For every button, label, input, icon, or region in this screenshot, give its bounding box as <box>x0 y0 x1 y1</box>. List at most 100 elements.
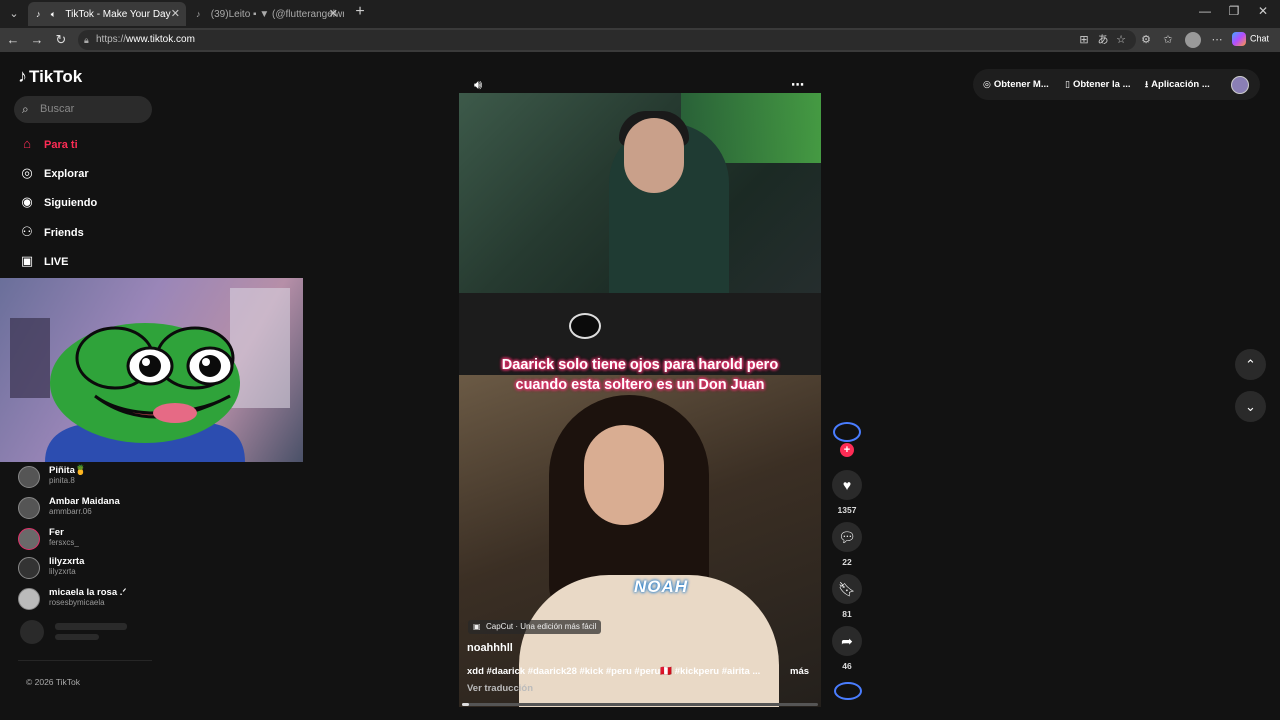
account-name: Fer <box>49 527 64 538</box>
new-tab-button[interactable]: + <box>350 3 370 21</box>
share-button[interactable]: ➦ <box>832 626 862 656</box>
video-progress-bar[interactable] <box>462 703 818 706</box>
avatar <box>18 528 40 550</box>
video-author[interactable]: noahhhll <box>467 642 513 654</box>
tiktok-note-icon: ♪ <box>18 66 27 86</box>
user-avatar[interactable] <box>1231 76 1249 94</box>
tab-title: (39)Leito ▪ ▼ (@flutterangelwrr <box>210 9 344 20</box>
search-placeholder: Buscar <box>40 103 75 115</box>
download-icon: ⭳ <box>1145 79 1149 89</box>
nav-label: Siguiendo <box>44 197 98 209</box>
extensions-icon[interactable]: ⚙ <box>1138 32 1154 48</box>
chevron-up-icon: ⌃ <box>1245 357 1256 372</box>
save-button[interactable]: 🔖︎ <box>832 574 862 604</box>
friends-icon: ⚇ <box>21 224 33 239</box>
like-button[interactable]: ♥ <box>832 470 862 500</box>
account-handle: pinita.8 <box>49 476 75 485</box>
avatar <box>18 466 40 488</box>
nav-live[interactable]: ▣ LIVE <box>18 251 69 271</box>
account-handle: ammbarr.06 <box>49 507 92 516</box>
btn-label: Obtener M... <box>993 79 1049 90</box>
previous-video-button[interactable]: ⌃ <box>1235 349 1266 380</box>
volume-icon[interactable]: 🔊︎ <box>474 77 482 93</box>
reload-icon[interactable]: ↻ <box>52 31 70 49</box>
url-field[interactable]: 🔒︎ https://www.tiktok.com <box>78 30 1136 50</box>
forward-icon[interactable]: → <box>28 31 46 49</box>
music-disc-icon[interactable] <box>834 682 862 700</box>
browser-tab-bar: ⌄ ♪ 🔈︎ TikTok - Make Your Day ✕ ♪ (39)Le… <box>0 0 1280 28</box>
copilot-icon <box>1232 32 1246 46</box>
window-close-icon[interactable]: ✕ <box>1253 4 1273 18</box>
nav-explorar[interactable]: ◎ Explorar <box>18 163 88 183</box>
progress-fill <box>462 703 470 706</box>
btn-label: Aplicación ... <box>1151 79 1210 90</box>
favorite-star-icon[interactable]: ☆ <box>1113 32 1129 48</box>
browser-tab-inactive[interactable]: ♪ (39)Leito ▪ ▼ (@flutterangelwrr ✕ <box>188 2 344 26</box>
video-player[interactable]: Daarick solo tiene ojos para harold pero… <box>459 93 821 707</box>
follow-plus-icon[interactable]: + <box>840 443 854 457</box>
loading-avatar-placeholder <box>20 620 44 644</box>
bookmark-icon: 🔖︎ <box>838 581 856 597</box>
search-input[interactable]: ⌕ Buscar <box>14 96 152 123</box>
nav-siguiendo[interactable]: ◉ Siguiendo <box>18 192 97 212</box>
comment-count: 22 <box>842 557 852 567</box>
translate-icon[interactable]: あ <box>1095 32 1111 48</box>
coin-icon: ◎ <box>983 79 991 89</box>
back-icon[interactable]: ← <box>4 31 22 49</box>
copyright-text: © 2026 TikTok <box>26 677 80 687</box>
sidebar-divider <box>18 660 152 661</box>
speaker-icon[interactable]: 🔈︎ <box>51 2 63 26</box>
caption-line-1: Daarick solo tiene ojos para harold pero <box>501 357 779 373</box>
tiktok-favicon-icon: ♪ <box>196 9 201 19</box>
tab-close-icon[interactable]: ✕ <box>171 2 180 26</box>
profile-avatar[interactable] <box>1185 32 1201 48</box>
tiktok-page: ♪ TikTok ⌕ Buscar ⌂ Para ti ◎ Explorar ◉ Sig… <box>0 52 1280 720</box>
browser-tab-active[interactable]: ♪ 🔈︎ TikTok - Make Your Day ✕ <box>28 2 186 26</box>
save-count: 81 <box>842 609 852 619</box>
nav-friends[interactable]: ⚇ Friends <box>18 222 84 242</box>
loading-line-placeholder <box>55 623 127 630</box>
nav-label: LIVE <box>44 256 69 268</box>
loading-line-placeholder <box>55 634 99 640</box>
tab-list-chevron-icon[interactable]: ⌄ <box>4 4 24 24</box>
comment-button[interactable]: 💬︎ <box>832 522 862 552</box>
favorites-icon[interactable]: ✩ <box>1160 32 1176 48</box>
get-app-button[interactable]: ▯ Obtener la ... <box>1065 69 1131 100</box>
video-description: xdd #daarick #daarick28 #kick #peru #per… <box>467 666 761 677</box>
capcut-badge[interactable]: ▣ CapCut · Una edición más fácil <box>468 620 602 634</box>
home-icon: ⌂ <box>23 136 31 151</box>
capcut-icon: ▣ <box>473 622 481 631</box>
video-more-icon[interactable]: ⋯ <box>791 77 804 93</box>
next-video-button[interactable]: ⌄ <box>1235 391 1266 422</box>
restore-icon[interactable]: ❐ <box>1224 4 1244 18</box>
heart-icon: ♥ <box>842 477 852 493</box>
translate-link[interactable]: Ver traducción <box>467 683 533 694</box>
phone-icon: ▯ <box>1065 79 1070 89</box>
video-watermark: NOAH <box>634 577 689 596</box>
account-name: lilyzxrta <box>49 556 85 567</box>
compass-icon: ◎ <box>21 165 33 180</box>
minimize-icon[interactable]: — <box>1195 4 1215 18</box>
logo-text: TikTok <box>29 67 83 86</box>
more-link[interactable]: más <box>790 666 809 677</box>
caption-line-2: cuando esta soltero es un Don Juan <box>515 377 765 393</box>
live-icon: ▣ <box>20 253 34 268</box>
tiktok-logo[interactable]: ♪ TikTok <box>18 66 82 87</box>
tab-close-icon[interactable]: ✕ <box>329 2 338 26</box>
desktop-app-button[interactable]: ⭳ Aplicación ... <box>1145 69 1210 100</box>
copilot-chat-button[interactable]: Chat <box>1232 32 1269 46</box>
get-coins-button[interactable]: ◎ Obtener M... <box>983 69 1049 100</box>
creator-avatar[interactable] <box>833 422 861 442</box>
app-available-icon[interactable]: ⊞ <box>1076 32 1092 48</box>
cup-image <box>569 313 601 339</box>
avatar <box>18 497 40 519</box>
tiktok-favicon-icon: ♪ <box>36 9 41 19</box>
more-options-icon[interactable]: ⋯ <box>1209 32 1225 48</box>
avatar <box>18 588 40 610</box>
btn-label: Obtener la ... <box>1072 79 1131 90</box>
share-arrow-icon: ➦ <box>841 633 853 649</box>
following-avatar-icon: ◉ <box>21 194 33 209</box>
avatar <box>18 557 40 579</box>
nav-para-ti[interactable]: ⌂ Para ti <box>18 134 78 154</box>
comment-icon: 💬︎ <box>838 529 856 545</box>
